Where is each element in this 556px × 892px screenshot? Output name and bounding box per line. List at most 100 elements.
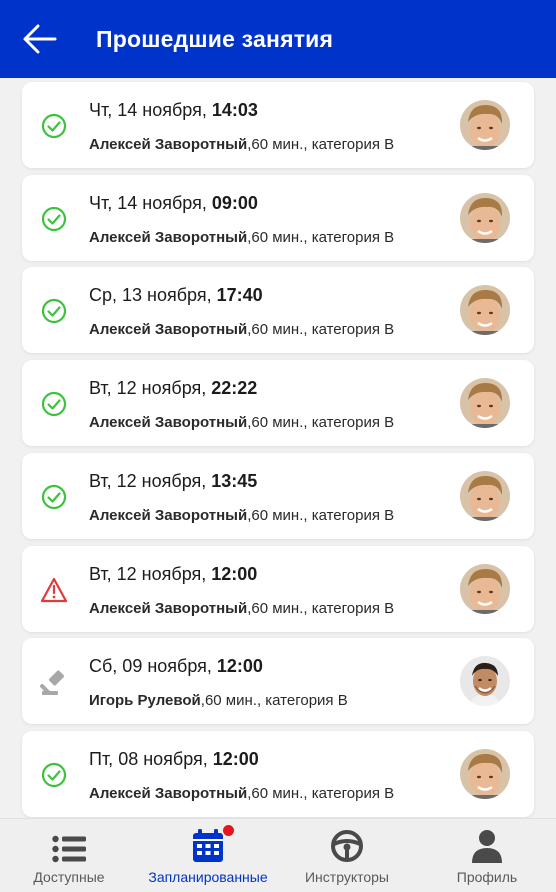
lesson-time: 22:22 — [211, 378, 258, 399]
lesson-info: Алексей Заворотный,60 мин., категория B — [89, 229, 394, 246]
warning-icon — [40, 577, 68, 602]
list-icon — [52, 835, 86, 863]
user-icon — [472, 830, 502, 863]
lesson-status-indicator — [40, 112, 68, 140]
check-circle-icon — [41, 484, 67, 509]
lesson-card[interactable]: Вт, 12 ноября, 22:22 Алексей Заворотный,6… — [22, 360, 534, 447]
lesson-details: ,60 мин., категория B — [247, 414, 395, 432]
nav-label-profile: Профиль — [456, 869, 518, 885]
lesson-datetime: Вт, 12 ноября, 12:00 — [89, 564, 257, 585]
instructor-avatar-image — [460, 748, 510, 799]
lesson-card[interactable]: Сб, 09 ноября, 12:00 Игорь Рулевой,60 мин… — [22, 638, 534, 725]
instructor-avatar[interactable] — [460, 748, 510, 799]
instructor-avatar-image — [460, 378, 510, 429]
instructor-avatar[interactable] — [460, 285, 510, 336]
lesson-details: ,60 мин., категория B — [247, 784, 395, 802]
lesson-datetime: Чт, 14 ноября, 14:03 — [89, 100, 258, 121]
instructor-avatar[interactable] — [460, 378, 510, 429]
nav-label-available: Доступные — [33, 869, 105, 885]
lesson-info: Алексей Заворотный,60 мин., категория B — [89, 507, 394, 524]
lesson-details: ,60 мин., категория B — [247, 136, 395, 153]
instructor-avatar[interactable] — [460, 656, 510, 707]
notification-badge — [223, 825, 234, 836]
instructor-name: Алексей Заворотный — [89, 414, 248, 432]
instructor-name: Игорь Рулевой — [89, 692, 201, 710]
lesson-info: Алексей Заворотный,60 мин., категория B — [89, 785, 394, 802]
check-circle-icon — [41, 113, 67, 139]
lesson-card[interactable]: Чт, 14 ноября, 09:00 Алексей Заворотный,6… — [22, 174, 534, 261]
lesson-info: Алексей Заворотный,60 мин., категория B — [89, 414, 394, 431]
lessons-list[interactable]: Чт, 14 ноября, 14:03 Алексей Заворотный,6… — [0, 78, 556, 818]
lesson-card[interactable]: Пт, 08 ноября, 12:00 Алексей Заворотный,6… — [22, 730, 534, 817]
lesson-status-indicator — [40, 390, 68, 418]
calendar-icon — [193, 829, 223, 862]
lesson-date: Ср, 13 ноября, — [89, 285, 217, 306]
nav-item-instructors[interactable]: Инструкторы — [292, 819, 402, 892]
instructor-avatar[interactable] — [460, 192, 510, 243]
back-button[interactable] — [20, 19, 60, 59]
instructor-name: Алексей Заворотный — [89, 506, 248, 524]
nav-item-available[interactable]: Доступные — [14, 819, 124, 892]
check-circle-icon — [41, 762, 67, 787]
lesson-time: 14:03 — [211, 100, 258, 120]
instructor-avatar-image — [460, 656, 510, 707]
nav-item-scheduled[interactable]: Запланированные — [138, 819, 278, 892]
check-circle-icon — [41, 391, 67, 417]
lesson-time: 12:00 — [216, 656, 263, 677]
page-title: Прошедшие занятия — [96, 25, 334, 52]
instructor-avatar[interactable] — [460, 470, 510, 521]
lesson-card[interactable]: Ср, 13 ноября, 17:40 Алексей Заворотный,6… — [22, 267, 534, 354]
lesson-status-indicator — [40, 483, 68, 511]
instructor-avatar-image — [460, 285, 510, 336]
nav-label-scheduled: Запланированные — [148, 869, 268, 885]
lesson-details: ,60 мин., категория B — [247, 321, 395, 339]
steering-wheel-icon — [331, 830, 363, 862]
check-circle-icon — [41, 206, 67, 231]
lesson-datetime: Пт, 08 ноября, 12:00 — [89, 749, 259, 770]
instructor-name: Алексей Заворотный — [89, 321, 248, 339]
lesson-status-indicator — [40, 205, 68, 233]
lesson-details: ,60 мин., категория B — [247, 599, 395, 617]
lesson-datetime: Сб, 09 ноября, 12:00 — [89, 656, 263, 677]
lesson-datetime: Вт, 12 ноября, 13:45 — [89, 471, 257, 492]
lesson-datetime: Вт, 12 ноября, 22:22 — [89, 378, 257, 399]
lesson-card[interactable]: Чт, 14 ноября, 14:03 Алексей Заворотный,6… — [22, 82, 534, 168]
instructor-name: Алексей Заворотный — [89, 784, 248, 802]
lesson-date: Сб, 09 ноября, — [89, 656, 217, 677]
instructor-name: Алексей Заворотный — [89, 228, 248, 246]
lesson-datetime: Ср, 13 ноября, 17:40 — [89, 285, 263, 306]
lesson-info: Алексей Заворотный,60 мин., категория B — [89, 136, 394, 153]
instructor-name: Алексей Заворотный — [89, 136, 248, 153]
lesson-card[interactable]: Вт, 12 ноября, 13:45 Алексей Заворотный,6… — [22, 452, 534, 539]
lesson-date: Вт, 12 ноября, — [89, 563, 212, 584]
lesson-info: Игорь Рулевой,60 мин., категория B — [89, 692, 348, 709]
lesson-date: Вт, 12 ноября, — [89, 378, 212, 399]
lesson-time: 12:00 — [211, 563, 258, 584]
lesson-date: Вт, 12 ноября, — [89, 470, 212, 491]
lesson-details: ,60 мин., категория B — [247, 506, 395, 524]
nav-item-profile[interactable]: Профиль — [432, 819, 542, 892]
check-circle-icon — [41, 299, 67, 324]
instructor-avatar-image — [460, 470, 510, 521]
lesson-details: ,60 мин., категория B — [200, 692, 348, 710]
lesson-status-indicator — [40, 761, 68, 789]
instructor-avatar-image — [460, 192, 510, 243]
bottom-navigation: Доступные Запланированные Инструкторы Пр… — [0, 818, 556, 892]
lesson-status-indicator — [40, 297, 68, 325]
instructor-name: Алексей Заворотный — [89, 599, 248, 617]
gavel-icon — [40, 670, 65, 696]
lesson-time: 13:45 — [211, 470, 258, 491]
nav-label-instructors: Инструкторы — [304, 869, 389, 885]
instructor-avatar-image — [460, 100, 510, 150]
instructor-avatar[interactable] — [460, 563, 510, 614]
lesson-card[interactable]: Вт, 12 ноября, 12:00 Алексей Заворотный,6… — [22, 545, 534, 632]
lesson-date: Чт, 14 ноября, — [89, 192, 212, 213]
app-bar: Прошедшие занятия — [0, 0, 556, 78]
instructor-avatar[interactable] — [460, 100, 510, 150]
lesson-time: 17:40 — [216, 285, 263, 306]
lesson-info: Алексей Заворотный,60 мин., категория B — [89, 321, 394, 338]
lesson-time: 09:00 — [211, 192, 258, 213]
lesson-time: 12:00 — [212, 748, 259, 769]
lesson-date: Пт, 08 ноября, — [89, 748, 213, 769]
lesson-info: Алексей Заворотный,60 мин., категория B — [89, 600, 394, 617]
